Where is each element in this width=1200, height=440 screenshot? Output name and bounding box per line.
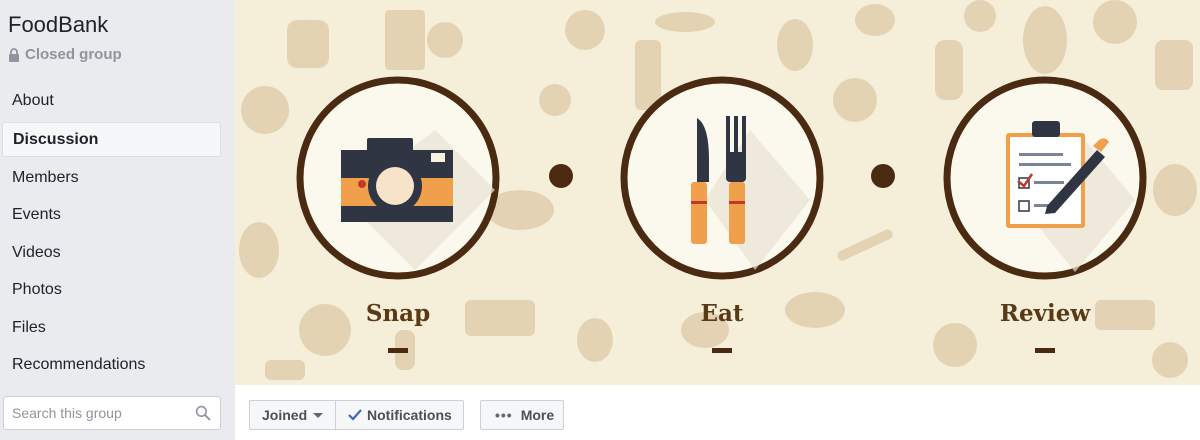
chevron-down-icon [313, 412, 324, 418]
eat-dash [712, 348, 732, 353]
group-nav: About Discussion Members Events Videos P… [0, 82, 234, 384]
step-label-review: Review [999, 300, 1091, 327]
nav-item-files[interactable]: Files [0, 309, 234, 347]
group-action-bar: Joined Notifications ••• More [235, 385, 1200, 440]
lock-icon [9, 47, 19, 62]
cover-photo[interactable]: Snap Eat Review [235, 0, 1200, 385]
notifications-button[interactable]: Notifications [335, 400, 464, 430]
nav-item-events[interactable]: Events [0, 196, 234, 234]
nav-item-videos[interactable]: Videos [0, 234, 234, 272]
more-label: More [520, 407, 555, 423]
connector-dot [549, 164, 573, 188]
step-label-snap: Snap [365, 300, 431, 327]
nav-item-about[interactable]: About [0, 82, 234, 120]
camera-icon [341, 138, 453, 222]
connector-dot [871, 164, 895, 188]
search-input[interactable] [4, 404, 195, 422]
eat-step-graphic [620, 76, 824, 280]
search-icon[interactable] [195, 403, 211, 423]
nav-item-recommendations[interactable]: Recommendations [0, 346, 234, 384]
more-dots-icon: ••• [495, 407, 513, 423]
joined-label: Joined [262, 407, 308, 423]
more-button[interactable]: ••• More [480, 400, 564, 430]
privacy-label: Closed group [25, 46, 122, 63]
cover-illustration [239, 0, 1197, 380]
nav-item-photos[interactable]: Photos [0, 271, 234, 309]
snap-step-graphic [296, 76, 500, 280]
snap-dash [388, 348, 408, 353]
group-sidebar: FoodBank Closed group About Discussion M… [0, 0, 234, 440]
nav-item-discussion[interactable]: Discussion [2, 121, 221, 157]
notifications-label: Notifications [367, 407, 452, 423]
review-dash [1035, 348, 1055, 353]
check-icon [348, 409, 362, 421]
group-name[interactable]: FoodBank [8, 12, 108, 38]
review-step-graphic [943, 76, 1147, 280]
group-privacy: Closed group [8, 46, 122, 63]
joined-button[interactable]: Joined [249, 400, 335, 430]
nav-item-members[interactable]: Members [0, 159, 234, 197]
group-search [3, 396, 221, 430]
step-label-eat: Eat [700, 300, 744, 327]
